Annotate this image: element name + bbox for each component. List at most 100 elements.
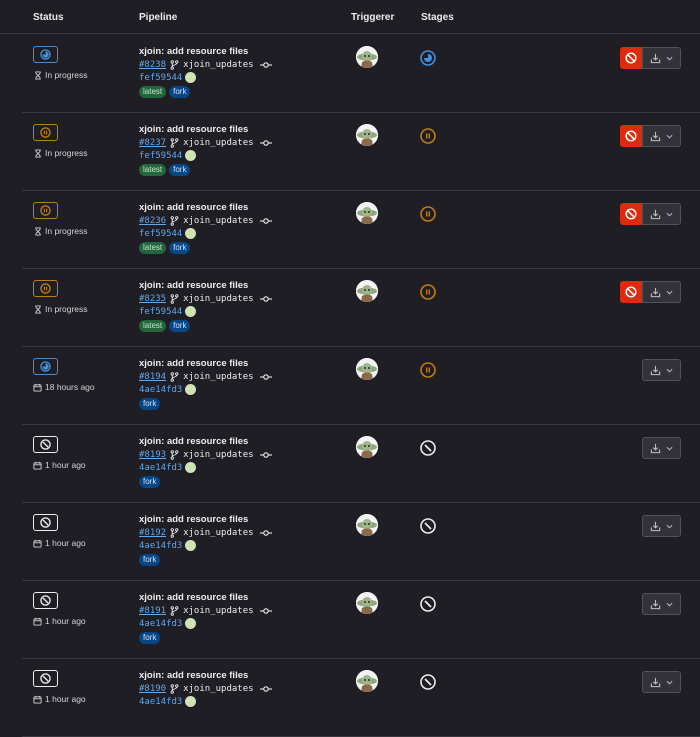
pipeline-id-link[interactable]: #8236 — [139, 216, 166, 226]
commit-sha-link[interactable]: fef59544 — [139, 229, 182, 239]
triggerer-avatar[interactable] — [356, 514, 378, 536]
pipeline-meta: #8236 xjoin_updates — [139, 216, 272, 226]
stage-status-button[interactable] — [419, 205, 436, 222]
download-artifacts-dropdown[interactable] — [642, 593, 681, 615]
pipeline-tags: fork — [139, 632, 161, 644]
pipeline-title[interactable]: xjoin: add resource files — [139, 280, 248, 291]
commit-sha-link[interactable]: 4ae14fd3 — [139, 541, 182, 551]
download-artifacts-dropdown[interactable] — [642, 515, 681, 537]
commit-author-avatar[interactable] — [185, 228, 197, 239]
commit-sha-link[interactable]: fef59544 — [139, 307, 182, 317]
branch-name-link[interactable]: xjoin_updates — [183, 606, 253, 616]
download-artifacts-dropdown[interactable] — [642, 281, 681, 303]
triggerer-avatar[interactable] — [356, 202, 378, 224]
cancel-pipeline-button[interactable] — [620, 125, 642, 147]
pipeline-title[interactable]: xjoin: add resource files — [139, 124, 248, 135]
status-badge[interactable] — [33, 514, 58, 531]
status-badge[interactable] — [33, 124, 58, 141]
status-badge[interactable] — [33, 202, 58, 219]
header-triggerer: Triggerer — [351, 12, 395, 23]
pipeline-id-link[interactable]: #8238 — [139, 60, 166, 70]
pipeline-title[interactable]: xjoin: add resource files — [139, 436, 248, 447]
download-artifacts-dropdown[interactable] — [642, 359, 681, 381]
status-time: In progress — [33, 304, 88, 314]
commit-sha-link[interactable]: 4ae14fd3 — [139, 385, 182, 395]
commit-author-avatar[interactable] — [185, 306, 197, 317]
pipeline-id-link[interactable]: #8235 — [139, 294, 166, 304]
commit-sha-link[interactable]: 4ae14fd3 — [139, 697, 182, 707]
triggerer-avatar[interactable] — [356, 124, 378, 146]
stage-status-button[interactable] — [419, 361, 436, 378]
branch-name-link[interactable]: xjoin_updates — [183, 138, 253, 148]
download-artifacts-dropdown[interactable] — [642, 437, 681, 459]
stage-status-button[interactable] — [419, 283, 436, 300]
status-badge[interactable] — [33, 436, 58, 453]
commit-author-avatar[interactable] — [185, 150, 197, 161]
cancel-icon — [625, 208, 637, 220]
pipeline-title[interactable]: xjoin: add resource files — [139, 46, 248, 57]
commit-author-avatar[interactable] — [185, 72, 197, 83]
branch-name-link[interactable]: xjoin_updates — [183, 684, 253, 694]
commit-icon — [259, 373, 272, 381]
pipeline-title[interactable]: xjoin: add resource files — [139, 202, 248, 213]
commit-author-avatar[interactable] — [185, 384, 197, 395]
pipeline-id-link[interactable]: #8191 — [139, 606, 166, 616]
commit-author-avatar[interactable] — [185, 618, 197, 629]
stage-status-button[interactable] — [419, 673, 436, 690]
pipeline-id-link[interactable]: #8193 — [139, 450, 166, 460]
branch-name-link[interactable]: xjoin_updates — [183, 216, 253, 226]
commit-author-avatar[interactable] — [185, 462, 197, 473]
pipeline-title[interactable]: xjoin: add resource files — [139, 514, 248, 525]
chevron-down-icon — [666, 290, 673, 295]
commit-author-avatar[interactable] — [185, 696, 197, 707]
status-badge[interactable] — [33, 358, 58, 375]
commit-line: 4ae14fd3 — [139, 618, 197, 629]
triggerer-avatar[interactable] — [356, 280, 378, 302]
triggerer-avatar[interactable] — [356, 358, 378, 380]
status-badge[interactable] — [33, 280, 58, 297]
cancel-pipeline-button[interactable] — [620, 203, 642, 225]
triggerer-avatar[interactable] — [356, 592, 378, 614]
pipeline-id-link[interactable]: #8194 — [139, 372, 166, 382]
commit-sha-link[interactable]: fef59544 — [139, 73, 182, 83]
commit-author-avatar[interactable] — [185, 540, 197, 551]
branch-name-link[interactable]: xjoin_updates — [183, 372, 253, 382]
status-badge[interactable] — [33, 46, 58, 63]
status-badge[interactable] — [33, 670, 58, 687]
branch-name-link[interactable]: xjoin_updates — [183, 450, 253, 460]
stage-status-button[interactable] — [419, 439, 436, 456]
download-artifacts-dropdown[interactable] — [642, 47, 681, 69]
commit-sha-link[interactable]: fef59544 — [139, 151, 182, 161]
branch-name-link[interactable]: xjoin_updates — [183, 60, 253, 70]
pipeline-id-link[interactable]: #8237 — [139, 138, 166, 148]
calendar-icon — [33, 617, 42, 626]
cancel-pipeline-button[interactable] — [620, 47, 642, 69]
download-artifacts-dropdown[interactable] — [642, 671, 681, 693]
pipeline-meta: #8238 xjoin_updates — [139, 60, 272, 70]
pipeline-title[interactable]: xjoin: add resource files — [139, 358, 248, 369]
stage-status-button[interactable] — [419, 127, 436, 144]
stage-status-button[interactable] — [419, 595, 436, 612]
cancel-pipeline-button[interactable] — [620, 281, 642, 303]
triggerer-avatar[interactable] — [356, 46, 378, 68]
commit-sha-link[interactable]: 4ae14fd3 — [139, 619, 182, 629]
pipeline-id-link[interactable]: #8192 — [139, 528, 166, 538]
commit-sha-link[interactable]: 4ae14fd3 — [139, 463, 182, 473]
branch-name-link[interactable]: xjoin_updates — [183, 528, 253, 538]
branch-name-link[interactable]: xjoin_updates — [183, 294, 253, 304]
triggerer-avatar[interactable] — [356, 436, 378, 458]
pipeline-title[interactable]: xjoin: add resource files — [139, 592, 248, 603]
branch-icon — [170, 528, 179, 538]
calendar-icon — [33, 383, 42, 392]
branch-icon — [170, 216, 179, 226]
triggerer-avatar[interactable] — [356, 670, 378, 692]
chevron-down-icon — [666, 134, 673, 139]
stage-status-button[interactable] — [419, 49, 436, 66]
download-artifacts-dropdown[interactable] — [642, 203, 681, 225]
pipeline-id-link[interactable]: #8190 — [139, 684, 166, 694]
pipeline-title[interactable]: xjoin: add resource files — [139, 670, 248, 681]
download-artifacts-dropdown[interactable] — [642, 125, 681, 147]
stage-status-button[interactable] — [419, 517, 436, 534]
commit-line: fef59544 — [139, 228, 197, 239]
status-badge[interactable] — [33, 592, 58, 609]
